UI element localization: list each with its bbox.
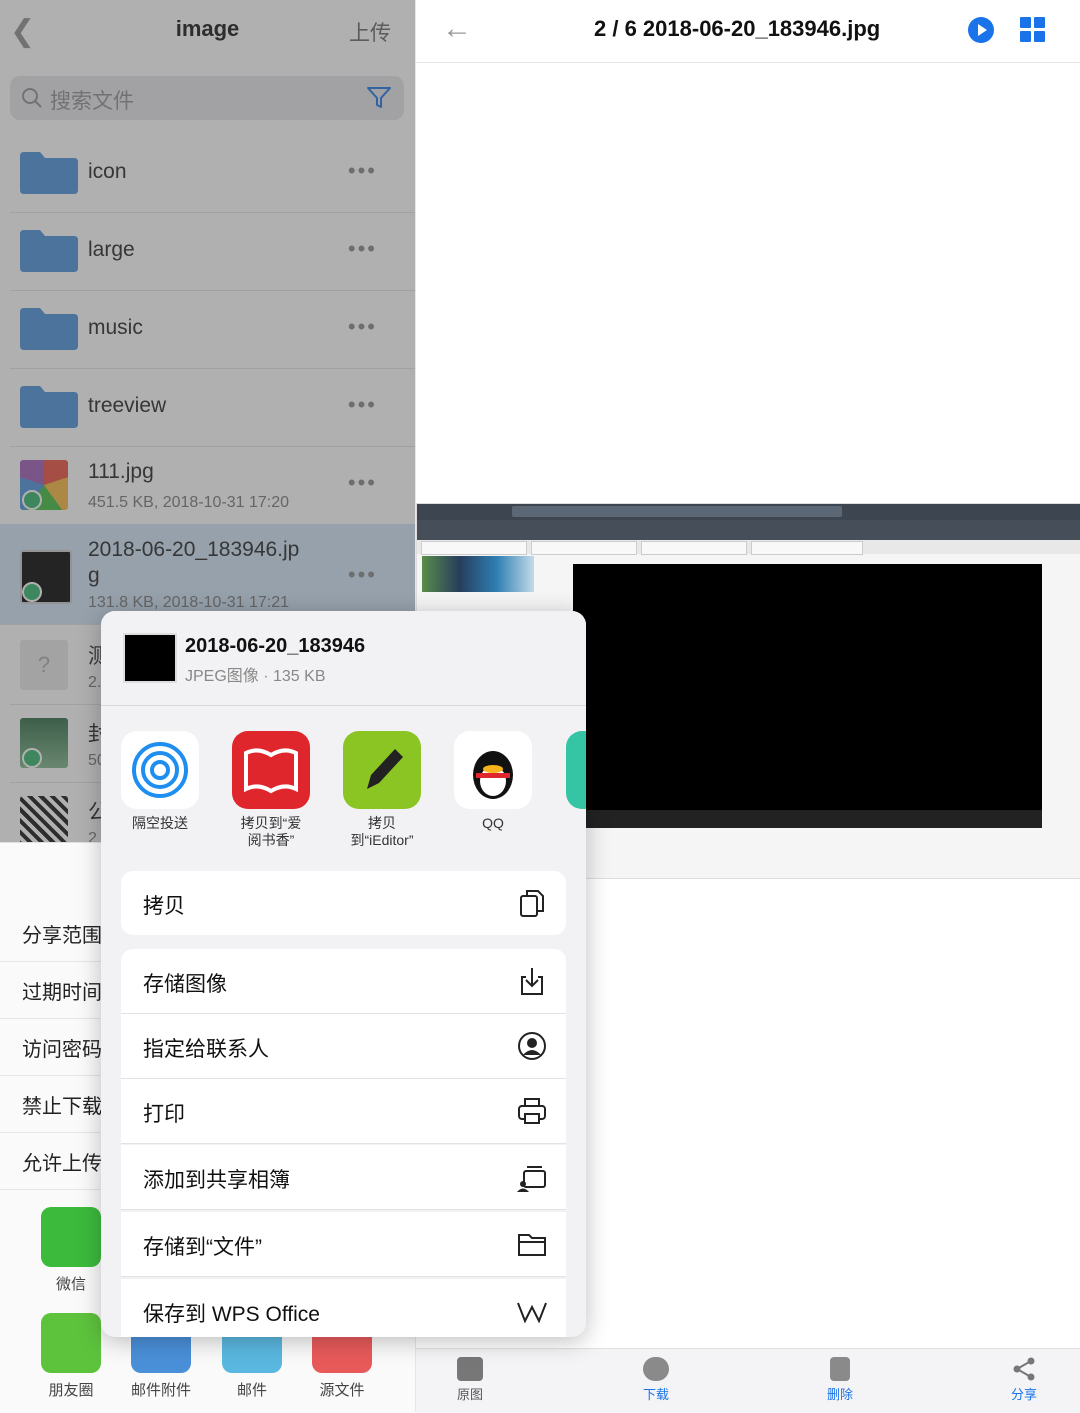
browser-tab (531, 541, 637, 555)
course-thumbnail (422, 556, 534, 592)
share-sheet-header: 2018-06-20_183946 JPEG图像 · 135 KB (101, 611, 586, 706)
share-app-book[interactable]: 拷贝到“爱 阅书香” (216, 731, 326, 849)
setting-label: 访问密码 (22, 1039, 102, 1061)
original-button[interactable]: 原图 (430, 1357, 510, 1403)
more-app-icon[interactable] (566, 731, 586, 809)
app-label: 朋友圈 (48, 1382, 94, 1399)
action-save-to-wps[interactable]: 保存到 WPS Office (121, 1279, 566, 1337)
action-label: 存储图像 (143, 973, 227, 996)
back-arrow-icon[interactable]: ← (442, 12, 472, 46)
app-label: 隔空投送 (132, 815, 188, 831)
play-icon[interactable] (968, 17, 994, 43)
ieditor-icon (343, 731, 421, 809)
share-icon (1013, 1357, 1035, 1381)
app-label: QQ (482, 815, 504, 831)
action-add-shared-album[interactable]: 添加到共享相簿 (121, 1145, 566, 1210)
contact-icon (518, 1032, 546, 1060)
toolbar-label: 下载 (642, 1387, 669, 1402)
toolbar-label: 分享 (1010, 1387, 1037, 1402)
tab-strip (417, 540, 1080, 555)
browser-tab (421, 541, 527, 555)
wechat-icon (41, 1207, 101, 1267)
app-label: 拷贝 到“iEditor” (350, 815, 414, 848)
qq-icon (454, 731, 532, 809)
share-app-qq[interactable]: QQ (438, 731, 548, 832)
action-label: 添加到共享相簿 (143, 1169, 290, 1192)
trash-icon (830, 1357, 850, 1381)
action-label: 指定给联系人 (143, 1038, 269, 1061)
wps-icon (517, 1302, 547, 1324)
preview-title: 2 / 6 2018-06-20_183946.jpg (594, 16, 881, 41)
bookmarks-bar (417, 520, 1080, 540)
app-label: 邮件附件 (130, 1382, 191, 1399)
file-thumbnail (123, 633, 177, 683)
address-bar (512, 506, 842, 517)
browser-tab (751, 541, 863, 555)
share-button[interactable]: 分享 (984, 1357, 1064, 1403)
bottom-toolbar: 原图 下载 删除 分享 (416, 1348, 1080, 1413)
browser-tab (641, 541, 747, 555)
shared-album-icon (517, 1166, 546, 1192)
action-label: 保存到 WPS Office (143, 1303, 320, 1326)
share-sheet: 2018-06-20_183946 JPEG图像 · 135 KB 隔空投送 拷… (101, 611, 586, 1337)
folder-icon (518, 1234, 546, 1256)
save-image-icon (521, 968, 543, 995)
toolbar-label: 原图 (456, 1387, 483, 1402)
app-label: 邮件 (236, 1382, 267, 1399)
image-icon (457, 1357, 483, 1381)
action-copy[interactable]: 拷贝 (121, 871, 566, 935)
sheet-file-info: JPEG图像 · 135 KB (185, 668, 326, 685)
action-save-to-files[interactable]: 存储到“文件” (121, 1212, 566, 1277)
book-app-icon (232, 731, 310, 809)
video-controls (573, 810, 1042, 828)
cloud-download-icon (643, 1357, 669, 1381)
grid-view-icon[interactable] (1020, 17, 1046, 43)
action-save-image[interactable]: 存储图像 (121, 949, 566, 1014)
download-button[interactable]: 下载 (616, 1357, 696, 1403)
action-label: 拷贝 (143, 895, 185, 918)
action-print[interactable]: 打印 (121, 1079, 566, 1144)
sheet-file-name: 2018-06-20_183946 (185, 635, 366, 657)
setting-label: 允许上传 (22, 1153, 102, 1175)
delete-button[interactable]: 删除 (800, 1357, 880, 1403)
airdrop-icon (121, 731, 199, 809)
setting-label: 过期时间 (22, 982, 102, 1004)
print-icon (518, 1098, 546, 1124)
video-player (573, 564, 1042, 828)
browser-toolbar (417, 504, 1080, 520)
action-assign-contact[interactable]: 指定给联系人 (121, 1014, 566, 1079)
moments-icon (41, 1313, 101, 1373)
action-label: 存储到“文件” (143, 1236, 262, 1259)
app-label: 源文件 (319, 1382, 365, 1399)
app-label: 拷贝到“爱 阅书香” (240, 815, 302, 848)
toolbar-label: 删除 (826, 1387, 853, 1402)
preview-header: ← 2 / 6 2018-06-20_183946.jpg (416, 0, 1080, 63)
action-label: 打印 (143, 1103, 185, 1126)
share-app-airdrop[interactable]: 隔空投送 (105, 731, 215, 832)
copy-icon (520, 890, 544, 917)
setting-label: 禁止下载 (22, 1096, 102, 1118)
share-app-ieditor[interactable]: 拷贝 到“iEditor” (327, 731, 437, 849)
setting-label: 分享范围 (22, 925, 102, 947)
